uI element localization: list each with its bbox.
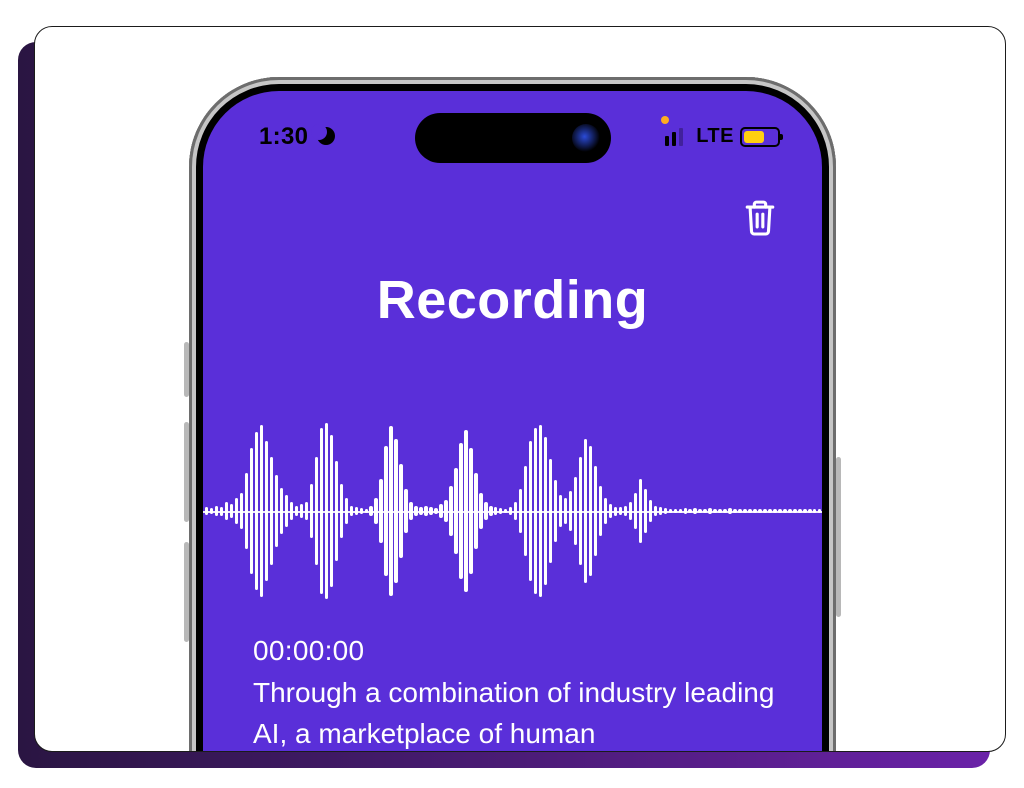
trash-icon bbox=[743, 198, 777, 236]
battery-icon bbox=[740, 127, 780, 147]
screen-title: Recording bbox=[203, 269, 822, 331]
recording-dot-icon bbox=[661, 116, 669, 124]
moon-icon bbox=[316, 127, 336, 147]
card-front: 1:30 LTE bbox=[34, 26, 1006, 752]
audio-waveform-icon bbox=[203, 411, 822, 611]
phone-frame: 1:30 LTE bbox=[189, 77, 836, 752]
battery-level bbox=[744, 131, 764, 143]
network-type-label: LTE bbox=[696, 125, 734, 148]
status-right: LTE bbox=[665, 125, 780, 148]
status-time: 1:30 bbox=[259, 123, 308, 151]
signal-bars-icon bbox=[665, 128, 691, 146]
phone-volume-down bbox=[184, 542, 189, 642]
phone-screen: 1:30 LTE bbox=[203, 91, 822, 752]
waveform-area[interactable] bbox=[203, 411, 822, 611]
transcript-timestamp: 00:00:00 bbox=[253, 635, 780, 667]
delete-recording-button[interactable] bbox=[740, 195, 780, 239]
transcript-block: 00:00:00 Through a combination of indust… bbox=[253, 635, 780, 752]
phone-power-button bbox=[836, 457, 841, 617]
phone-silent-switch bbox=[184, 342, 189, 397]
status-left: 1:30 bbox=[259, 123, 336, 151]
status-bar: 1:30 LTE bbox=[203, 119, 822, 155]
transcript-text: Through a combination of industry leadin… bbox=[253, 673, 780, 752]
stage: 1:30 LTE bbox=[0, 0, 1024, 788]
phone-volume-up bbox=[184, 422, 189, 522]
